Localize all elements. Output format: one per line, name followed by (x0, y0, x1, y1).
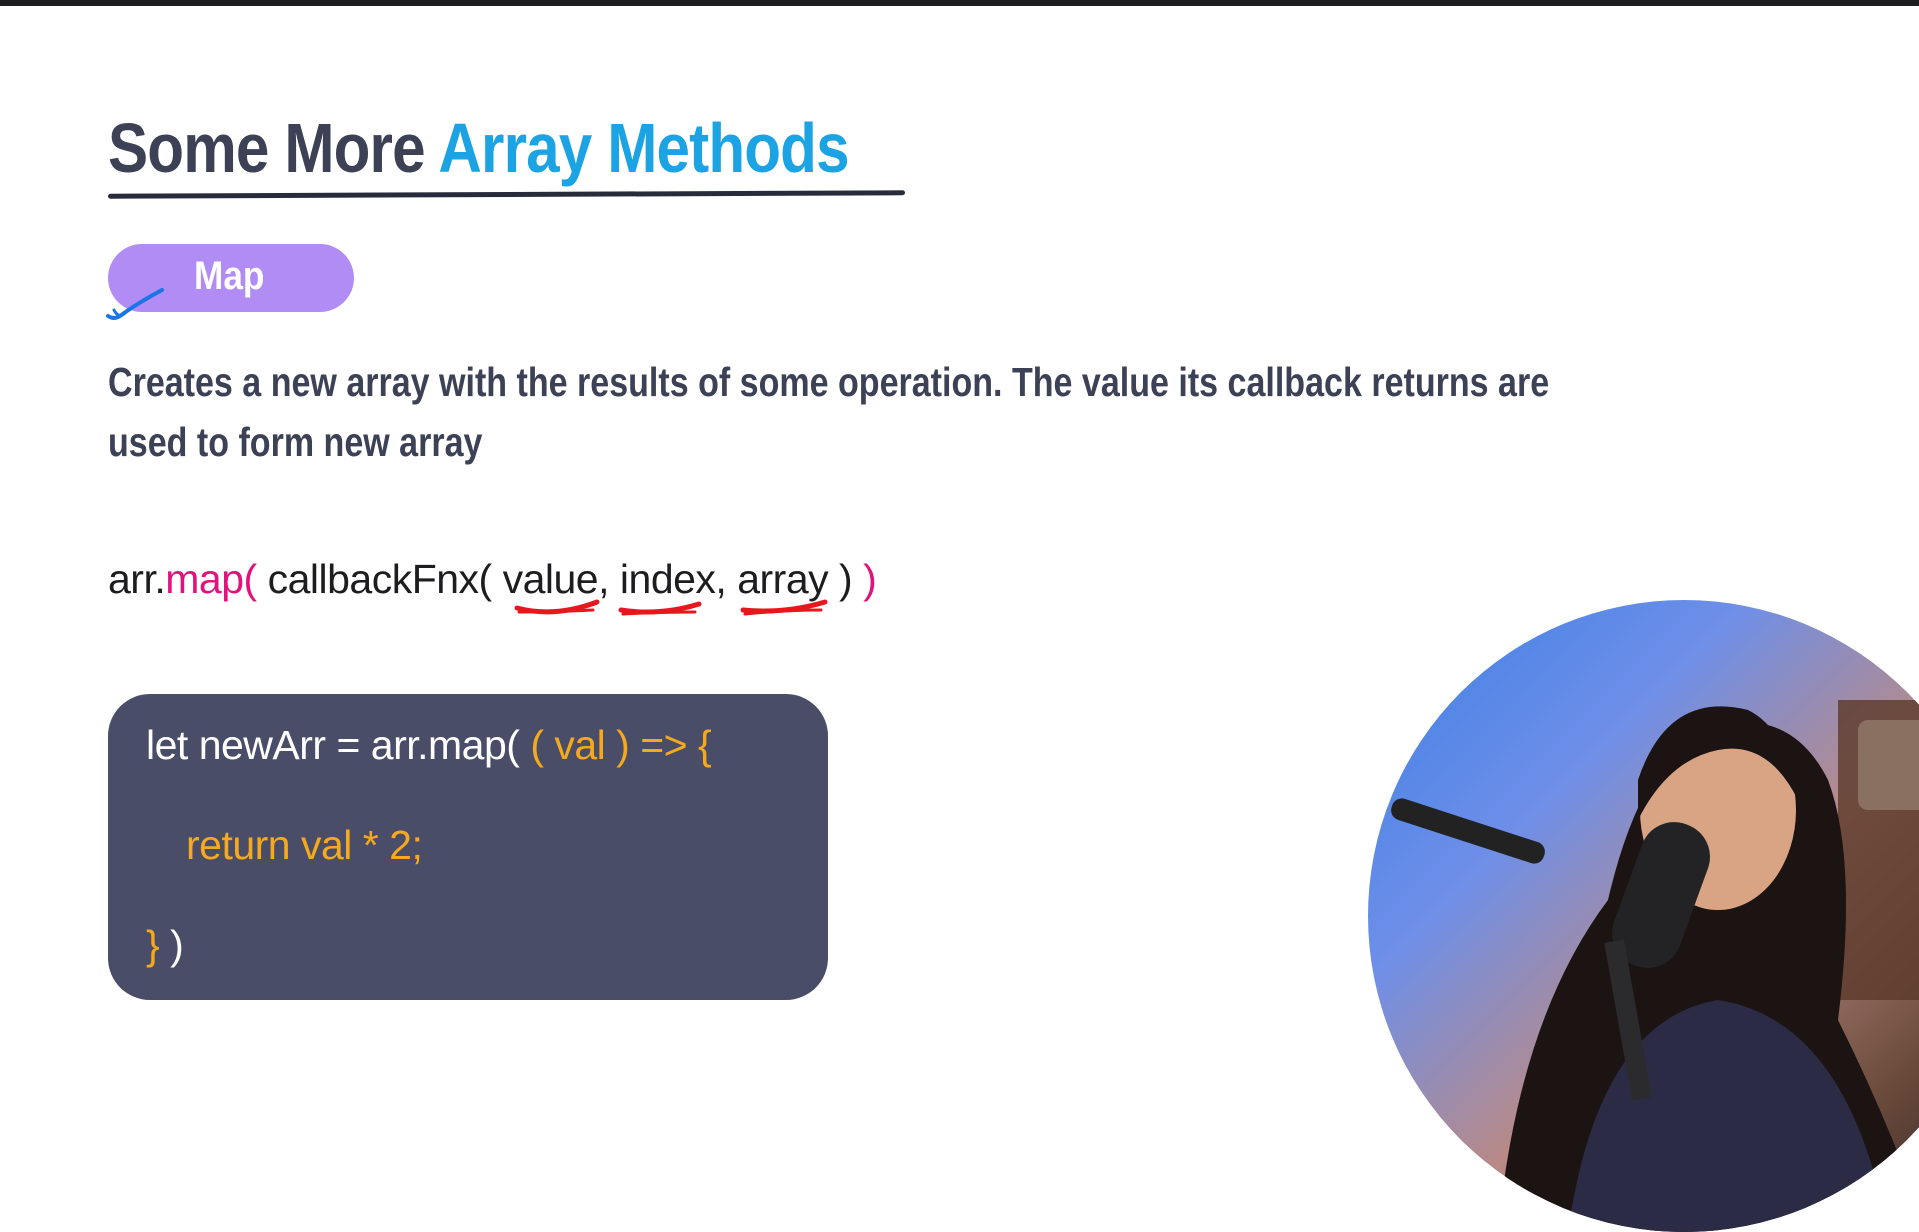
title-accent: Array Methods (438, 109, 849, 187)
code-example: let newArr = arr.map( ( val ) => { retur… (108, 694, 828, 1000)
code-line-2: return val * 2; (186, 822, 423, 869)
signature-method: map( (165, 556, 257, 602)
signature-outer-close: ) (852, 556, 877, 602)
top-bar (0, 0, 1919, 6)
slide-title: Some More Array Methods (108, 109, 850, 187)
presenter-webcam (1368, 600, 1919, 1232)
underline-index-tail (621, 610, 697, 616)
code-close-brace: } (146, 922, 160, 968)
code-close-paren: ) (159, 922, 184, 968)
title-plain: Some More (108, 109, 439, 187)
code-line-3: } ) (146, 922, 184, 969)
map-badge-label: Map (194, 254, 265, 298)
checkmark-icon (106, 288, 164, 320)
code-line-1: let newArr = arr.map( ( val ) => { (146, 722, 712, 769)
code-return-statement: return val * 2; (186, 822, 423, 868)
method-description: Creates a new array with the results of … (108, 359, 1550, 465)
presenter-avatar (1391, 700, 1919, 1232)
title-underline (107, 190, 906, 199)
code-let-statement: let newArr = arr.map( (146, 722, 520, 768)
signature-object: arr. (108, 556, 166, 602)
red-underline-annotations (514, 599, 828, 616)
signature-callback: callbackFnx( (256, 556, 503, 602)
code-arrow-function: ( val ) => { (519, 722, 712, 768)
